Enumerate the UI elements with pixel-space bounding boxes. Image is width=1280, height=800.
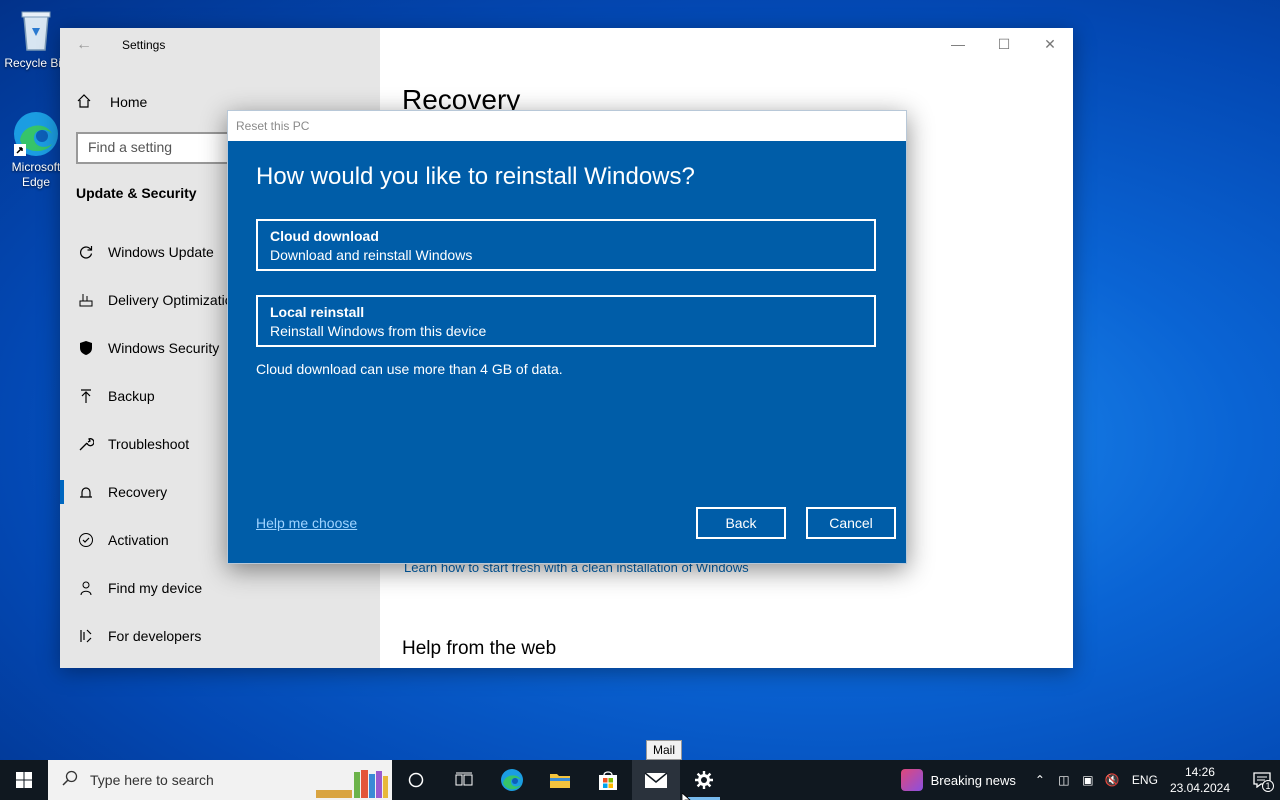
taskbar-store-button[interactable] [584,760,632,800]
dialog-heading: How would you like to reinstall Windows? [256,163,695,190]
cortana-circle-icon [408,772,424,788]
sidebar-item-label: Recovery [108,484,168,500]
action-center-button[interactable]: 1 [1244,760,1280,800]
data-usage-note: Cloud download can use more than 4 GB of… [256,361,563,377]
language-indicator[interactable]: ENG [1132,773,1158,787]
help-me-choose-link[interactable]: Help me choose [256,515,357,531]
close-button[interactable]: ✕ [1027,28,1073,60]
taskbar-file-explorer-button[interactable] [536,760,584,800]
dialog-title: Reset this PC [228,111,906,141]
settings-window-title: Settings [122,38,166,52]
sidebar-item-label: Activation [108,532,169,548]
check-circle-icon [76,530,96,550]
back-arrow-icon[interactable]: ← [76,36,96,54]
delivery-icon [76,290,96,310]
option-title: Local reinstall [270,304,365,320]
option-subtitle: Download and reinstall Windows [270,247,473,263]
sidebar-item-label: Find my device [108,580,203,596]
person-locate-icon [76,578,96,598]
sidebar-item-label: Delivery Optimization [108,292,241,308]
home-label: Home [110,94,148,110]
task-view-button[interactable] [440,760,488,800]
help-from-web-heading: Help from the web [402,638,557,659]
device-icon[interactable]: ◫ [1052,773,1076,787]
search-icon [62,770,78,791]
taskbar: Type here to search Breaking news ⌃ ◫ ▣ … [0,760,1280,800]
shield-icon [76,338,96,358]
recovery-icon [76,482,96,502]
store-bag-icon [599,771,617,790]
wrench-icon [76,434,96,454]
news-icon [900,769,923,791]
sidebar-item-for-developers[interactable]: For developers [60,612,380,660]
sidebar-item-label: Backup [108,388,155,404]
folder-icon [550,774,570,788]
start-button[interactable] [0,760,48,800]
notification-count: 1 [1262,780,1274,792]
books-search-highlight-icon [314,766,390,800]
reset-pc-dialog: Reset this PC How would you like to rein… [227,110,907,564]
system-tray: Breaking news ⌃ ◫ ▣ 🔇 ENG 14:26 23.04.20… [900,760,1280,800]
news-label: Breaking news [930,772,1016,788]
sidebar-item-label: Troubleshoot [108,436,190,452]
clock-date: 23.04.2024 [1169,781,1230,795]
chevron-up-icon[interactable]: ⌃ [1028,773,1052,787]
sidebar-item-label: For developers [108,628,202,644]
option-subtitle: Reinstall Windows from this device [270,323,487,339]
sidebar-item-label: Windows Security [108,340,220,356]
backup-arrow-icon [76,386,96,406]
windows-logo-icon [16,772,32,788]
back-button[interactable]: Back [696,507,786,539]
sidebar-item-home[interactable]: Home [76,90,147,114]
edge-icon [12,110,60,158]
maximize-button[interactable]: ☐ [981,28,1027,60]
taskbar-mail-button[interactable] [632,760,680,800]
minimize-button[interactable]: — [935,28,981,60]
sidebar-item-find-my-device[interactable]: Find my device [60,564,380,612]
refresh-icon [76,242,96,262]
option-title: Cloud download [270,228,379,244]
taskbar-search-box[interactable]: Type here to search [48,760,392,800]
sidebar-item-label: Windows Update [108,244,214,260]
mail-tooltip: Mail [646,740,683,760]
edge-icon [501,769,523,791]
local-reinstall-option[interactable]: Local reinstall Reinstall Windows from t… [256,295,876,347]
gear-icon [695,771,713,789]
taskbar-search-placeholder: Type here to search [90,772,214,788]
network-icon[interactable]: ▣ [1076,773,1100,787]
home-icon [76,93,94,112]
clock[interactable]: 14:26 23.04.2024 [1170,764,1230,796]
cortana-button[interactable] [392,760,440,800]
task-view-icon [455,772,473,786]
developer-icon [76,626,96,646]
recycle-bin-icon [12,6,60,54]
volume-muted-icon[interactable]: 🔇 [1100,773,1124,787]
cancel-button[interactable]: Cancel [806,507,896,539]
clock-time: 14:26 [1184,765,1215,779]
taskbar-edge-button[interactable] [488,760,536,800]
section-title: Update & Security [76,185,197,201]
news-widget[interactable]: Breaking news [900,769,1016,791]
cloud-download-option[interactable]: Cloud download Download and reinstall Wi… [256,219,876,271]
mouse-cursor-icon [681,790,692,800]
mail-envelope-icon [644,772,668,788]
window-controls: — ☐ ✕ [935,28,1073,60]
